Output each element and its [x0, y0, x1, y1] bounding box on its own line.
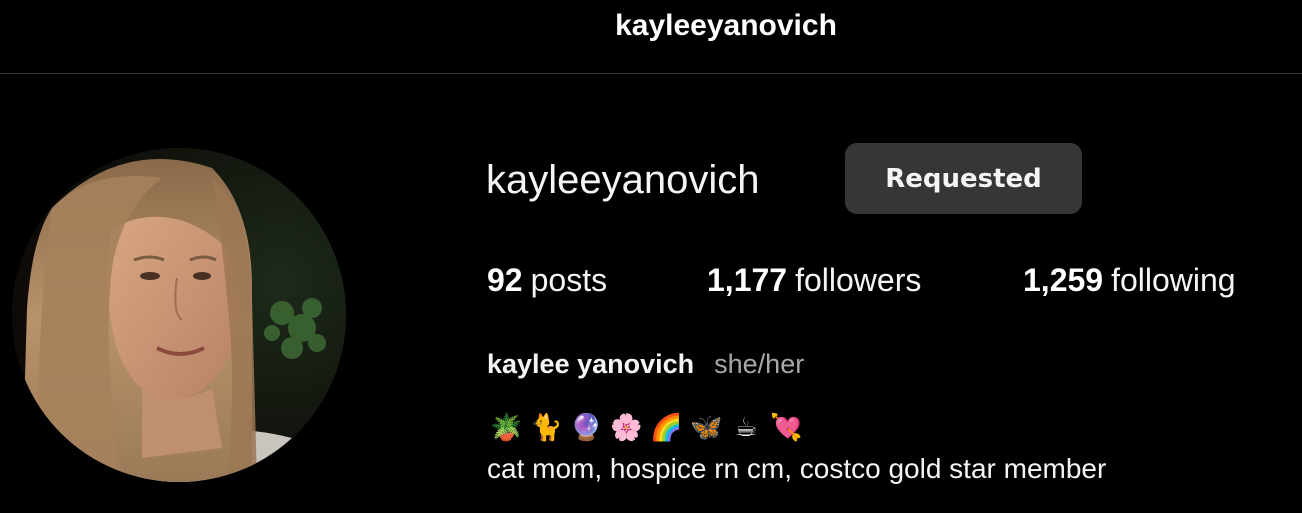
- bio-text: cat mom, hospice rn cm, costco gold star…: [487, 453, 1107, 484]
- bio-emoji-row: 🪴 🐈 🔮 🌸 🌈 🦋 ☕ 💘: [490, 412, 802, 442]
- posts-count: 92: [487, 262, 523, 298]
- heart-arrow-emoji: 💘: [770, 412, 803, 442]
- avatar-photo: [12, 148, 346, 482]
- crystal-ball-emoji: 🔮: [570, 412, 603, 442]
- profile-avatar[interactable]: [12, 148, 346, 482]
- full-name: kaylee yanovich: [487, 349, 695, 379]
- followers-label: followers: [795, 262, 922, 298]
- coffee-emoji: ☕: [734, 412, 758, 442]
- name-row: kaylee yanovich she/her: [487, 349, 804, 380]
- cat-emoji: 🐈: [530, 412, 563, 442]
- profile-username: kayleeyanovich: [486, 158, 760, 202]
- potted-plant-emoji: 🪴: [490, 412, 523, 442]
- rainbow-emoji: 🌈: [650, 412, 683, 442]
- requested-button[interactable]: Requested: [845, 143, 1082, 214]
- butterfly-emoji: 🦋: [690, 412, 723, 442]
- top-header: kayleeyanovich: [0, 0, 1302, 74]
- followers-count: 1,177: [707, 262, 788, 298]
- header-username: kayleeyanovich: [615, 8, 837, 42]
- following-stat[interactable]: 1,259 following: [1023, 262, 1236, 299]
- posts-label: posts: [530, 262, 608, 298]
- following-label: following: [1111, 262, 1236, 298]
- pronouns: she/her: [714, 349, 805, 379]
- following-count: 1,259: [1023, 262, 1104, 298]
- posts-stat: 92 posts: [487, 262, 607, 299]
- followers-stat[interactable]: 1,177 followers: [707, 262, 921, 299]
- cherry-blossom-emoji: 🌸: [610, 412, 643, 442]
